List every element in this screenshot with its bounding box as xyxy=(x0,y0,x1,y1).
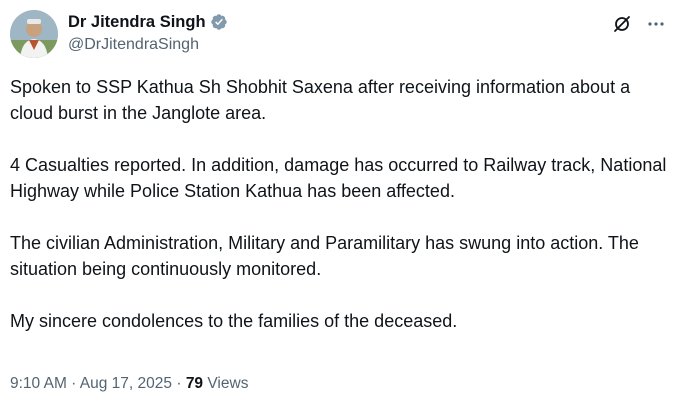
tweet-text: Spoken to SSP Kathua Sh Shobhit Saxena a… xyxy=(10,74,670,334)
tweet-paragraph: The civilian Administration, Military an… xyxy=(10,233,639,279)
display-name-row: Dr Jitendra Singh xyxy=(68,11,228,33)
display-name[interactable]: Dr Jitendra Singh xyxy=(68,13,206,32)
tweet-paragraph: Spoken to SSP Kathua Sh Shobhit Saxena a… xyxy=(10,77,631,123)
avatar[interactable] xyxy=(10,10,58,58)
meta-separator: · xyxy=(172,375,186,392)
verified-badge-icon[interactable] xyxy=(210,13,228,31)
more-options-icon[interactable] xyxy=(646,14,666,34)
tweet-card: Dr Jitendra Singh @DrJitendraSingh Spoke… xyxy=(0,0,680,401)
top-actions xyxy=(612,14,666,34)
tweet-paragraph: My sincere condolences to the families o… xyxy=(10,311,458,331)
tweet-meta: 9:10 AM · Aug 17, 2025 · 79 Views xyxy=(10,375,248,393)
views-count[interactable]: 79 xyxy=(186,375,203,392)
tweet-paragraph: 4 Casualties reported. In addition, dama… xyxy=(10,155,667,201)
author-handle[interactable]: @DrJitendraSingh xyxy=(68,36,228,54)
tweet-date[interactable]: Aug 17, 2025 xyxy=(80,375,172,392)
views-label: Views xyxy=(207,375,249,392)
meta-separator: · xyxy=(66,375,80,392)
grok-icon[interactable] xyxy=(612,14,632,34)
tweet-time[interactable]: 9:10 AM xyxy=(10,375,67,392)
tweet-header: Dr Jitendra Singh @DrJitendraSingh xyxy=(10,10,670,60)
author-names: Dr Jitendra Singh @DrJitendraSingh xyxy=(68,11,228,54)
